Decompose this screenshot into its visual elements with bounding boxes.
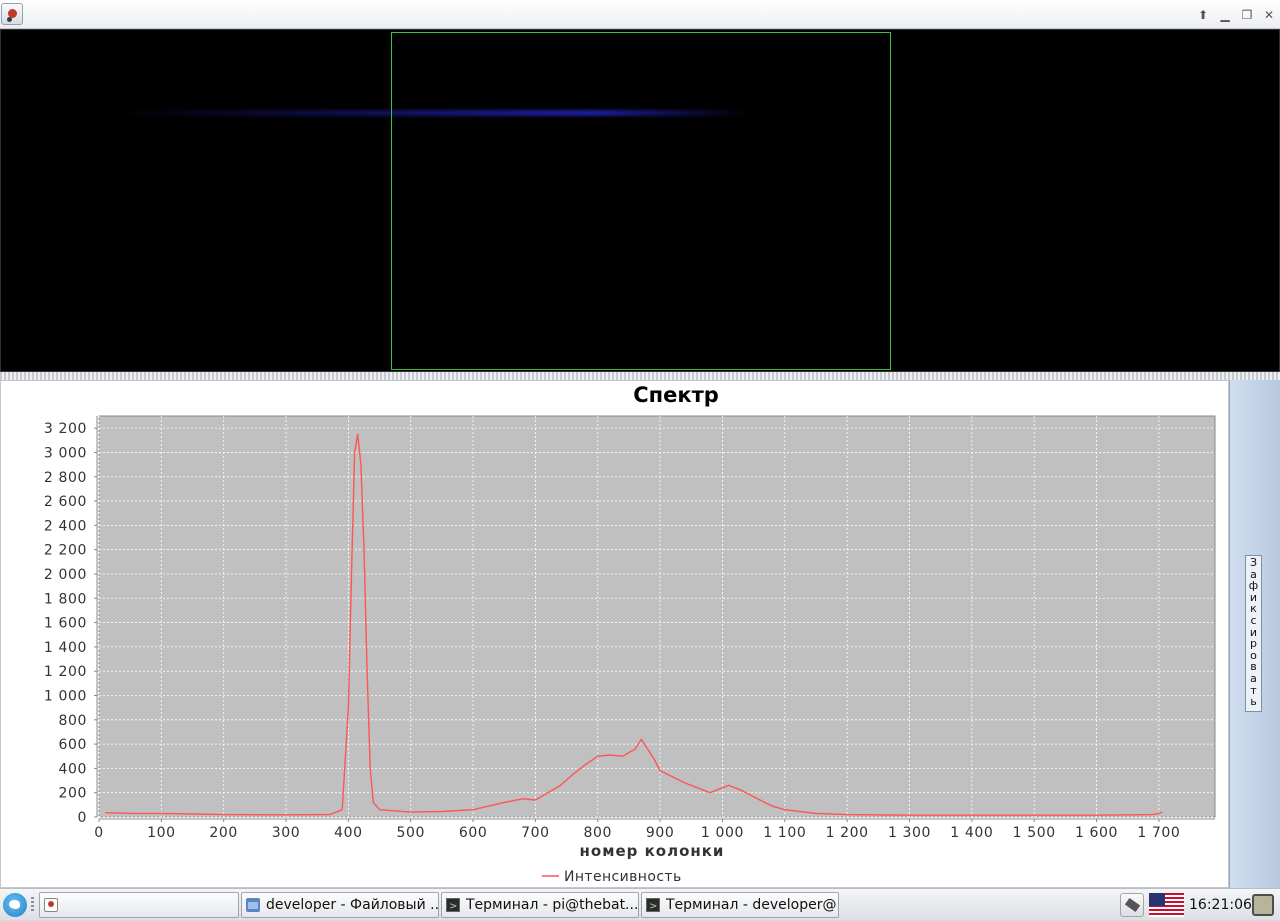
y-tick-label: 1 600 [44, 616, 87, 632]
x-tick-label: 900 [646, 825, 675, 841]
java-app-icon [44, 898, 58, 912]
x-tick-label: 1 400 [950, 825, 993, 841]
x-tick-label: 800 [584, 825, 613, 841]
x-tick-label: 200 [209, 825, 238, 841]
legend-label: Интенсивность [564, 869, 682, 885]
y-tick-label: 800 [58, 713, 87, 729]
fix-button-label: З а ф и к с и р о в а т ь [1248, 556, 1259, 709]
y-tick-label: 2 400 [44, 518, 87, 534]
y-tick-label: 2 000 [44, 567, 87, 583]
y-tick-label: 400 [58, 761, 87, 777]
taskbar-grip[interactable] [31, 897, 34, 913]
window-restore-button[interactable]: ❐ [1238, 6, 1256, 24]
x-tick-label: 1 600 [1075, 825, 1118, 841]
us-flag-icon[interactable] [1149, 893, 1184, 917]
y-tick-label: 2 600 [44, 494, 87, 510]
x-tick-label: 1 500 [1013, 825, 1056, 841]
taskbar-task-terminal-developer[interactable]: Терминал - developer@... [641, 892, 839, 918]
x-tick-label: 0 [94, 825, 104, 841]
clock[interactable]: 16:21:06 [1189, 889, 1252, 921]
taskbar-task-file-manager[interactable]: developer - Файловый ... [241, 892, 439, 918]
y-tick-label: 1 400 [44, 640, 87, 656]
window-minimize-button[interactable]: ▁ [1216, 6, 1234, 24]
window-up-button[interactable]: ⬆ [1194, 6, 1212, 24]
x-tick-label: 1 700 [1137, 825, 1180, 841]
x-tick-label: 600 [459, 825, 488, 841]
y-tick-label: 3 000 [44, 445, 87, 461]
y-tick-label: 600 [58, 737, 87, 753]
y-tick-label: 2 200 [44, 543, 87, 559]
terminal-icon [446, 895, 460, 917]
y-tick-label: 1 000 [44, 688, 87, 704]
x-tick-label: 1 100 [763, 825, 806, 841]
terminal-icon [646, 895, 660, 917]
camera-image-view[interactable] [0, 29, 1280, 372]
task-label: developer - Файловый ... [266, 897, 439, 913]
x-tick-label: 1 200 [826, 825, 869, 841]
x-tick-label: 400 [334, 825, 363, 841]
folder-icon [246, 898, 260, 912]
taskbar: developer - Файловый ... Терминал - pi@t… [0, 888, 1280, 920]
y-tick-label: 1 800 [44, 591, 87, 607]
y-tick-label: 1 200 [44, 664, 87, 680]
y-tick-label: 200 [58, 786, 87, 802]
y-tick-label: 3 200 [44, 421, 87, 437]
split-pane-divider[interactable] [0, 372, 1280, 380]
x-tick-label: 700 [521, 825, 550, 841]
task-label: Терминал - developer@... [666, 897, 839, 913]
y-tick-label: 0 [77, 810, 87, 826]
fix-button[interactable]: З а ф и к с и р о в а т ь [1245, 555, 1262, 712]
show-desktop-icon[interactable] [1252, 894, 1274, 916]
task-label: Терминал - pi@thebat... [466, 897, 639, 913]
taskbar-task-terminal-pi[interactable]: Терминал - pi@thebat... [441, 892, 639, 918]
plot-area [98, 415, 1216, 818]
spectrum-chart: Спектр 0 100 200 300 400 500 600 700 800 900 1 000 1… [44, 383, 1216, 885]
start-menu-icon[interactable] [3, 893, 27, 917]
window-titlebar[interactable]: ⬆ ▁ ❐ ✕ [0, 0, 1280, 29]
roi-selection-rectangle[interactable] [391, 32, 891, 370]
x-tick-label: 100 [147, 825, 176, 841]
spectrum-chart-panel: Спектр 0 100 200 300 400 500 600 700 800 900 1 000 1… [0, 380, 1229, 888]
y-tick-label: 2 800 [44, 470, 87, 486]
x-axis-label: номер колонки [580, 842, 725, 860]
window-close-button[interactable]: ✕ [1260, 6, 1278, 24]
removable-drive-icon[interactable] [1120, 893, 1144, 917]
x-tick-label: 1 300 [888, 825, 931, 841]
x-tick-label: 300 [272, 825, 301, 841]
chart-title: Спектр [633, 383, 719, 407]
java-app-icon[interactable] [1, 3, 23, 25]
x-tick-label: 500 [396, 825, 425, 841]
x-tick-label: 1 000 [701, 825, 744, 841]
taskbar-task-java-app[interactable] [39, 892, 239, 918]
